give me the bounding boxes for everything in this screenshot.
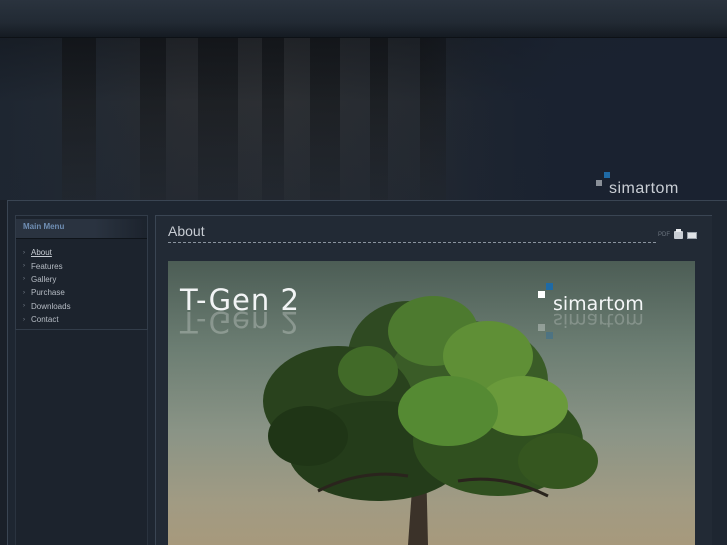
logo-square-icon <box>604 172 610 178</box>
menu-item-contact[interactable]: › Contact <box>16 313 147 326</box>
menu-item-label[interactable]: Contact <box>31 315 59 324</box>
logo-square-icon <box>596 180 602 186</box>
menu-item-label[interactable]: Features <box>31 262 63 271</box>
chevron-right-icon: › <box>23 289 25 296</box>
logo-square-icon <box>546 332 553 339</box>
header-logo[interactable]: simartom <box>596 172 716 200</box>
chevron-right-icon: › <box>23 276 25 283</box>
menu-item-label[interactable]: Purchase <box>31 288 65 297</box>
print-icon[interactable] <box>674 229 683 239</box>
hero-title-reflection: T-Gen 2 <box>180 305 300 339</box>
brand-name: simartom <box>609 180 679 197</box>
page-title: About <box>168 223 205 239</box>
sidebar-column <box>15 330 148 545</box>
hero-brand-reflection: simartom <box>553 309 644 331</box>
menu-item-label[interactable]: About <box>31 248 52 257</box>
chevron-right-icon: › <box>23 249 25 256</box>
article-tools: PDF <box>658 229 698 241</box>
menu-item-purchase[interactable]: › Purchase <box>16 286 147 299</box>
menu-item-downloads[interactable]: › Downloads <box>16 300 147 313</box>
top-strip <box>0 0 727 38</box>
menu-item-about[interactable]: › About <box>16 246 147 259</box>
hero-logo: simartom simartom <box>538 283 688 343</box>
menu-item-features[interactable]: › Features <box>16 259 147 272</box>
main-menu-list: › About › Features › Gallery › Purchase … <box>16 246 147 326</box>
hero-image: T-Gen 2 T-Gen 2 simartom simartom <box>168 261 695 545</box>
logo-square-icon <box>538 291 545 298</box>
menu-item-gallery[interactable]: › Gallery <box>16 273 147 286</box>
main-menu-title: Main Menu <box>16 219 147 239</box>
foliage-cluster <box>518 433 598 489</box>
menu-item-label[interactable]: Gallery <box>31 275 56 284</box>
menu-item-label[interactable]: Downloads <box>31 302 71 311</box>
logo-square-icon <box>546 283 553 290</box>
chevron-right-icon: › <box>23 263 25 270</box>
chevron-right-icon: › <box>23 316 25 323</box>
chevron-right-icon: › <box>23 303 25 310</box>
title-divider <box>168 242 656 243</box>
foliage-cluster <box>338 346 398 396</box>
foliage-cluster <box>398 376 498 446</box>
foliage-cluster <box>268 406 348 466</box>
logo-square-icon <box>538 324 545 331</box>
main-menu: Main Menu › About › Features › Gallery ›… <box>15 215 148 330</box>
pdf-icon[interactable]: PDF <box>658 232 670 238</box>
site-header: simartom <box>0 38 727 200</box>
email-icon[interactable] <box>687 231 697 239</box>
